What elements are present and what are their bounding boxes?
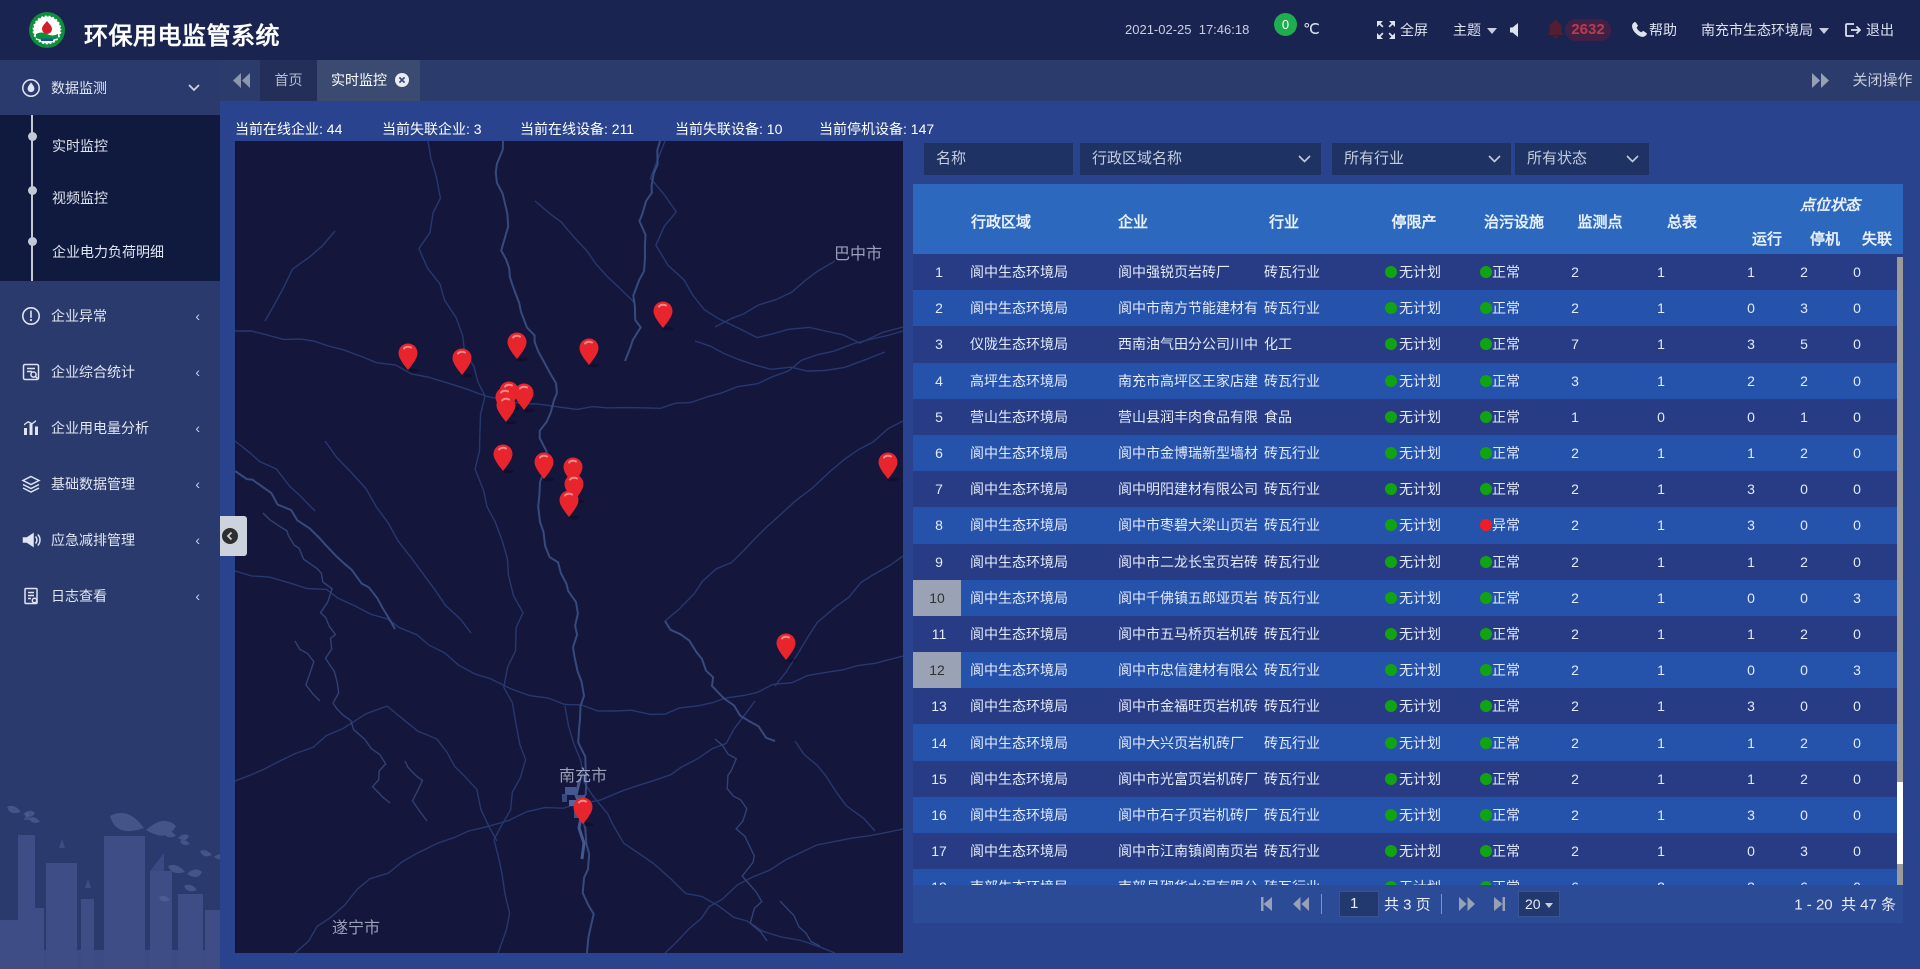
svg-text:遂宁市: 遂宁市 [332, 919, 380, 937]
svg-text:巴中市: 巴中市 [834, 245, 882, 263]
svg-text:南充市: 南充市 [559, 767, 607, 785]
